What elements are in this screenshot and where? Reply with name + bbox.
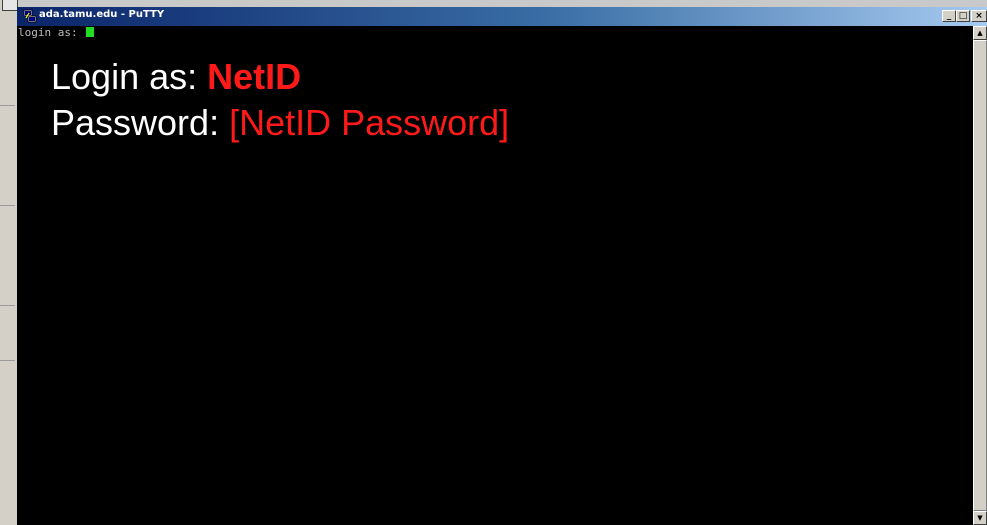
background-window-corner [2,0,18,11]
login-prompt: login as: [18,26,95,39]
scroll-thumb[interactable] [973,40,987,511]
putty-window[interactable]: ada.tamu.edu - PuTTY _ □ × login as: Log… [17,7,987,525]
login-label: Login as: [51,56,208,97]
scroll-down-arrow-icon[interactable]: ▼ [973,511,987,525]
scroll-up-arrow-icon[interactable]: ▲ [973,26,987,40]
vertical-scrollbar[interactable]: ▲ ▼ [973,26,987,525]
terminal-area[interactable]: login as: Login as: NetID Password: [Net… [17,26,973,525]
prompt-text: login as: [18,26,85,39]
divider [0,105,15,106]
password-line: Password: [NetID Password] [51,100,509,146]
putty-app-icon[interactable] [23,9,37,23]
divider [0,205,15,206]
password-label: Password: [51,102,230,143]
maximize-button[interactable]: □ [956,10,970,22]
terminal-cursor [86,27,95,37]
minimize-button[interactable]: _ [942,10,956,22]
login-line: Login as: NetID [51,54,509,100]
login-value: NetID [207,56,302,97]
window-title: ada.tamu.edu - PuTTY [39,9,165,20]
divider [0,305,15,306]
background-window-edge [0,0,18,525]
divider [0,360,15,361]
close-button[interactable]: × [971,10,987,22]
login-instructions: Login as: NetID Password: [NetID Passwor… [51,54,509,146]
title-bar[interactable]: ada.tamu.edu - PuTTY _ □ × [17,7,987,26]
password-value: [NetID Password] [229,102,510,143]
